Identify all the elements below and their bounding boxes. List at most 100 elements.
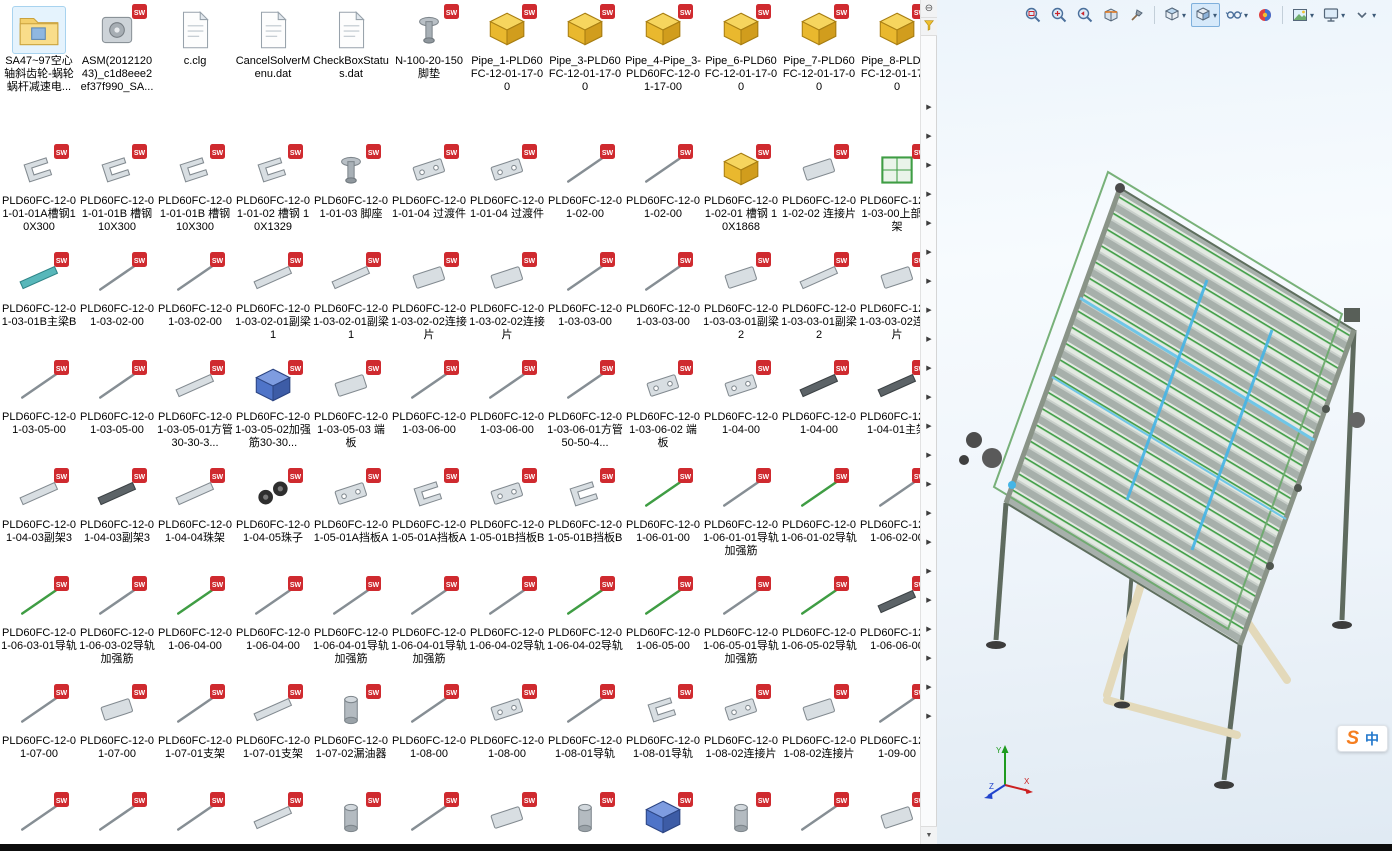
file-item[interactable]: SW PLD60FC-12-01-02-01 槽钢 10X1868 xyxy=(702,144,780,254)
expand-arrow-icon[interactable]: ▶ xyxy=(926,191,931,198)
file-item[interactable]: SW PLD60FC-12-01-09-00 xyxy=(858,684,920,794)
file-item[interactable]: SW PLD60FC-12-01-05-01B挡板B xyxy=(468,468,546,578)
file-item[interactable]: SW PLD60FC-12-01-06-05-00 xyxy=(624,576,702,686)
file-item[interactable]: SW PLD60FC-12-01-06-04-00 xyxy=(156,576,234,686)
previous-view-button[interactable] xyxy=(1073,3,1097,27)
expand-arrow-icon[interactable]: ▶ xyxy=(926,220,931,227)
file-item[interactable]: SW Pipe_8-PLD60FC-12-01-17-00 xyxy=(858,4,920,146)
file-item[interactable]: SWPLD60FC-12-01-1... xyxy=(78,792,156,844)
file-item[interactable]: SW PLD60FC-12-01-03-05-00 xyxy=(0,360,78,470)
file-item[interactable]: SW PLD60FC-12-01-03-01B主梁B xyxy=(0,252,78,362)
apply-scene-button[interactable]: ▾ xyxy=(1288,3,1317,27)
file-item[interactable]: SW PLD60FC-12-01-01-04 过渡件 xyxy=(468,144,546,254)
file-item[interactable]: SW PLD60FC-12-01-08-01导轨 xyxy=(546,684,624,794)
expand-arrow-icon[interactable]: ▶ xyxy=(926,510,931,517)
file-item[interactable]: SWPLD60FC-12-01-1... xyxy=(546,792,624,844)
file-item[interactable]: SW PLD60FC-12-01-04-00 xyxy=(702,360,780,470)
file-item[interactable]: SWPLD60FC-12-01-1... xyxy=(780,792,858,844)
scroll-down-button[interactable]: ▼ xyxy=(921,826,937,844)
file-item[interactable]: SW PLD60FC-12-01-06-03-02导轨加强筋 xyxy=(78,576,156,686)
file-item[interactable]: SW N-100-20-150脚垫 xyxy=(390,4,468,146)
expand-arrow-icon[interactable]: ▶ xyxy=(926,394,931,401)
file-item[interactable]: SW PLD60FC-12-01-03-03-02连接片 xyxy=(858,252,920,362)
file-item[interactable]: SW PLD60FC-12-01-03-06-00 xyxy=(468,360,546,470)
file-item[interactable]: SW PLD60FC-12-01-03-03-00 xyxy=(546,252,624,362)
file-item[interactable]: SWPLD60FC-12-01-1... xyxy=(468,792,546,844)
file-item[interactable]: SW Pipe_7-PLD60FC-12-01-17-00 xyxy=(780,4,858,146)
file-item[interactable]: SW PLD60FC-12-01-07-01支架 xyxy=(234,684,312,794)
view-settings-button[interactable]: ▾ xyxy=(1319,3,1348,27)
file-item[interactable]: SW PLD60FC-12-01-03-06-01方管50-50-4... xyxy=(546,360,624,470)
zoom-to-fit-button[interactable] xyxy=(1021,3,1045,27)
edit-appearance-button[interactable] xyxy=(1253,3,1277,27)
file-item[interactable]: CheckBoxStatus.dat xyxy=(312,6,390,146)
expand-arrow-icon[interactable]: ▶ xyxy=(926,539,931,546)
section-view-button[interactable] xyxy=(1099,3,1123,27)
file-item[interactable]: SWPLD60FC-12-01-1... xyxy=(312,792,390,844)
file-item[interactable]: SW PLD60FC-12-01-03-02-00 xyxy=(78,252,156,362)
file-item[interactable]: SW PLD60FC-12-01-07-01支架 xyxy=(156,684,234,794)
file-item[interactable]: SW PLD60FC-12-01-06-06-00 xyxy=(858,576,920,686)
file-item[interactable]: SW PLD60FC-12-01-02-00 xyxy=(546,144,624,254)
file-item[interactable]: SW PLD60FC-12-01-01-01A槽钢10X300 xyxy=(0,144,78,254)
file-item[interactable]: SW Pipe_4-Pipe_3-PLD60FC-12-01-17-00 xyxy=(624,4,702,146)
file-item[interactable]: CancelSolverMenu.dat xyxy=(234,6,312,146)
file-item[interactable]: SW ASM(201212043)_c1d8eee2ef37f990_SA... xyxy=(78,4,156,146)
file-item[interactable]: SW PLD60FC-12-01-06-02-00 xyxy=(858,468,920,578)
file-item[interactable]: SW PLD60FC-12-01-05-01B挡板B xyxy=(546,468,624,578)
expand-arrow-icon[interactable]: ▶ xyxy=(926,655,931,662)
file-item[interactable]: SW PLD60FC-12-01-03-02-02连接片 xyxy=(390,252,468,362)
file-item[interactable]: SW PLD60FC-12-01-01-04 过渡件 xyxy=(390,144,468,254)
view-orientation-button[interactable]: ▾ xyxy=(1160,3,1189,27)
file-item[interactable]: SW PLD60FC-12-01-03-05-01方管30-30-3... xyxy=(156,360,234,470)
file-item[interactable]: SW PLD60FC-12-01-03-03-01副梁2 xyxy=(780,252,858,362)
file-item[interactable]: SW PLD60FC-12-01-08-02连接片 xyxy=(780,684,858,794)
file-item[interactable]: SW PLD60FC-12-01-06-01-02导轨 xyxy=(780,468,858,578)
file-item[interactable]: SW PLD60FC-12-01-06-05-01导轨加强筋 xyxy=(702,576,780,686)
solidworks-viewport[interactable]: ▾ ▾ ▾ ▾ ▾ ▾ Y X Z S 中 xyxy=(937,0,1392,844)
file-item[interactable]: SW PLD60FC-12-01-04-01主架 xyxy=(858,360,920,470)
expand-arrow-icon[interactable]: ▶ xyxy=(926,133,931,140)
ime-indicator[interactable]: S 中 xyxy=(1337,725,1388,752)
file-item[interactable]: SW PLD60FC-12-01-03-02-01副梁1 xyxy=(234,252,312,362)
model-canvas[interactable] xyxy=(952,140,1392,800)
ime-language-toggle[interactable]: 中 xyxy=(1365,732,1379,746)
expand-arrow-icon[interactable]: ▶ xyxy=(926,104,931,111)
file-item[interactable]: SW PLD60FC-12-01-01-01B 槽钢 10X300 xyxy=(78,144,156,254)
file-item[interactable]: SWPLD60FC-12-01-1... xyxy=(156,792,234,844)
zoom-to-area-button[interactable] xyxy=(1047,3,1071,27)
file-item[interactable]: SW PLD60FC-12-01-06-04-02导轨 xyxy=(468,576,546,686)
file-item[interactable]: SW PLD60FC-12-01-04-03副架3 xyxy=(0,468,78,578)
file-item[interactable]: SW PLD60FC-12-01-03-03-01副梁2 xyxy=(702,252,780,362)
file-item[interactable]: c.clg xyxy=(156,6,234,146)
file-item[interactable]: SW PLD60FC-12-01-03-05-00 xyxy=(78,360,156,470)
file-item[interactable]: SW PLD60FC-12-01-08-00 xyxy=(468,684,546,794)
file-item[interactable]: SW PLD60FC-12-01-03-00上部框架 xyxy=(858,144,920,254)
file-item[interactable]: SW PLD60FC-12-01-03-03-00 xyxy=(624,252,702,362)
file-item[interactable]: SW PLD60FC-12-01-05-01A挡板A xyxy=(312,468,390,578)
file-item[interactable]: SW PLD60FC-12-01-03-02-02连接片 xyxy=(468,252,546,362)
file-item[interactable]: SW PLD60FC-12-01-03-06-00 xyxy=(390,360,468,470)
file-item[interactable]: SW PLD60FC-12-01-01-01B 槽钢 10X300 xyxy=(156,144,234,254)
expand-arrow-icon[interactable]: ▶ xyxy=(926,336,931,343)
file-item[interactable]: SW PLD60FC-12-01-07-02漏油器 xyxy=(312,684,390,794)
file-item[interactable]: SW Pipe_3-PLD60FC-12-01-17-00 xyxy=(546,4,624,146)
file-item[interactable]: SWPLD60FC-12-01-1... xyxy=(0,792,78,844)
file-item[interactable]: SW PLD60FC-12-01-06-04-01导轨加强筋 xyxy=(390,576,468,686)
file-item[interactable]: SW PLD60FC-12-01-06-01-01导轨加强筋 xyxy=(702,468,780,578)
expand-arrow-icon[interactable]: ▶ xyxy=(926,481,931,488)
expand-arrow-icon[interactable]: ▶ xyxy=(926,307,931,314)
file-item[interactable]: SW PLD60FC-12-01-03-02-01副梁1 xyxy=(312,252,390,362)
file-item[interactable]: SWPLD60FC-12-01-1... xyxy=(390,792,468,844)
file-item[interactable]: SW PLD60FC-12-01-06-04-00 xyxy=(234,576,312,686)
file-item[interactable]: SW PLD60FC-12-01-01-03 脚座 xyxy=(312,144,390,254)
file-item[interactable]: SW PLD60FC-12-01-02-00 xyxy=(624,144,702,254)
file-item[interactable]: SW PLD60FC-12-01-01-02 槽钢 10X1329 xyxy=(234,144,312,254)
file-item[interactable]: SWPLD60FC-12-01-1... xyxy=(624,792,702,844)
file-item[interactable]: SW PLD60FC-12-01-06-01-00 xyxy=(624,468,702,578)
file-item[interactable]: SW PLD60FC-12-01-02-02 连接片 xyxy=(780,144,858,254)
file-item[interactable]: SW PLD60FC-12-01-04-04珠架 xyxy=(156,468,234,578)
expand-button[interactable]: ▾ xyxy=(1350,3,1379,27)
file-item[interactable]: SW PLD60FC-12-01-08-00 xyxy=(390,684,468,794)
file-item[interactable]: SW PLD60FC-12-01-07-00 xyxy=(78,684,156,794)
